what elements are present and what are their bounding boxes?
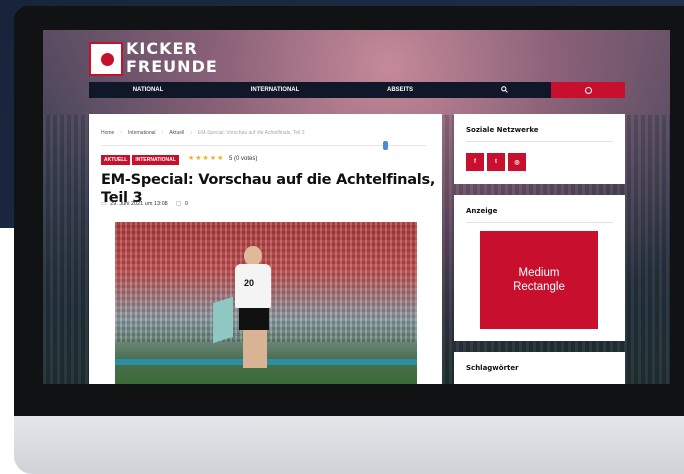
instagram-icon[interactable]: ◎ [508, 153, 526, 171]
logo-line-1: KICKER [126, 39, 198, 58]
player-head [244, 246, 262, 266]
tags-widget: Schlagwörter [454, 352, 625, 384]
progress-knob[interactable] [383, 141, 388, 150]
tag-aktuell[interactable]: AKTUELL [101, 155, 131, 165]
calendar-icon: ▭ [101, 201, 107, 207]
site-logo[interactable] [89, 42, 123, 76]
nav-item-international[interactable]: INTERNATIONAL [207, 87, 343, 93]
medium-rectangle-ad[interactable]: Medium Rectangle [480, 231, 598, 329]
breadcrumb-international[interactable]: International [128, 130, 156, 136]
comment-icon: ▢ [175, 201, 182, 207]
breadcrumb-current: EM-Special: Vorschau auf die Achtelfinal… [197, 130, 305, 136]
ad-widget: Anzeige Medium Rectangle [454, 195, 625, 341]
website-screen: KICKER FREUNDE NATIONAL INTERNATIONAL AB… [43, 30, 670, 384]
twitter-icon[interactable]: t [487, 153, 505, 171]
breadcrumb-separator: › [161, 130, 164, 136]
player-jersey: 20 [235, 264, 271, 308]
player-shorts [239, 308, 269, 330]
social-widget-title: Soziale Netzwerke [466, 126, 539, 134]
article-card: Home › International › Aktuell › EM-Spec… [89, 114, 442, 384]
reading-progress-bar [101, 141, 426, 150]
article-image: 20 [115, 222, 417, 384]
breadcrumb-separator: › [190, 130, 192, 136]
rating-votes: 5 (0 votes) [229, 156, 258, 162]
nav-item-abseits[interactable]: ABSEITS [343, 87, 457, 93]
widget-divider [466, 141, 613, 142]
dribbble-icon[interactable] [551, 82, 625, 98]
comment-count: 0 [184, 201, 188, 207]
widget-divider [466, 222, 613, 223]
nav-item-national[interactable]: NATIONAL [89, 87, 207, 93]
search-icon[interactable] [457, 85, 551, 95]
article-tags: AKTUELL INTERNATIONAL [101, 155, 179, 165]
social-widget: Soziale Netzwerke f t ◎ [454, 114, 625, 184]
tag-international[interactable]: INTERNATIONAL [132, 155, 179, 165]
breadcrumb-home[interactable]: Home [101, 130, 114, 136]
jersey-number: 20 [244, 278, 255, 288]
ad-widget-title: Anzeige [466, 207, 498, 215]
date-group: ▭ 29. Juni 2021 um 13:08 [101, 200, 168, 207]
article-date: 29. Juni 2021 um 13:08 [110, 201, 168, 207]
tags-widget-title: Schlagwörter [466, 364, 519, 372]
ad-line-1: Medium [518, 267, 560, 279]
main-navigation: NATIONAL INTERNATIONAL ABSEITS [89, 82, 625, 98]
site-logo-text[interactable]: KICKER FREUNDE [126, 40, 218, 76]
breadcrumb: Home › International › Aktuell › EM-Spec… [101, 130, 305, 136]
football-icon [99, 51, 116, 68]
corner-flag [213, 296, 233, 344]
logo-line-2: FREUNDE [126, 57, 218, 76]
breadcrumb-aktuell[interactable]: Aktuell [169, 130, 184, 136]
ad-line-2: Rectangle [513, 281, 565, 293]
facebook-icon[interactable]: f [466, 153, 484, 171]
player-legs [243, 330, 267, 368]
monitor-chin [14, 416, 684, 474]
article-meta: ▭ 29. Juni 2021 um 13:08 ▢ 0 [101, 200, 188, 207]
breadcrumb-separator: › [120, 130, 123, 136]
star-rating[interactable]: ★★★★★ [188, 154, 224, 162]
comments-link[interactable]: ▢ 0 [176, 200, 188, 207]
